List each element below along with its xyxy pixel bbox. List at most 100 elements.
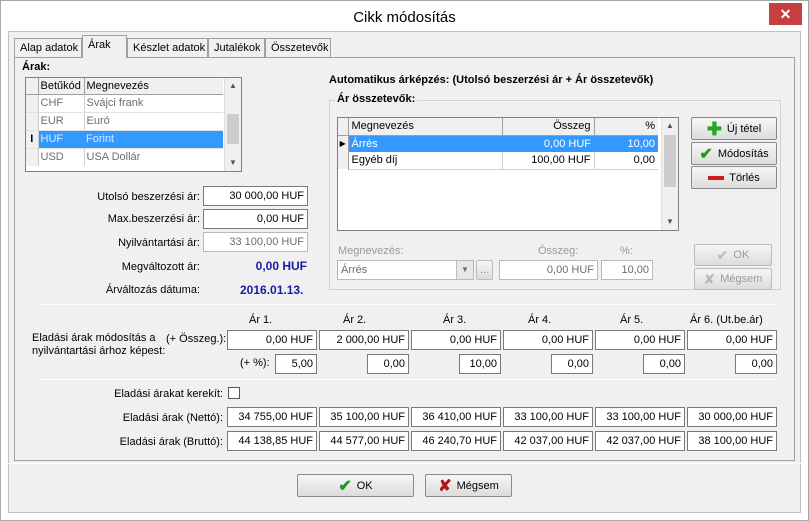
delete-label: Törlés bbox=[729, 171, 760, 184]
gross-label: Eladási árak (Bruttó): bbox=[119, 436, 223, 448]
amount-field-1[interactable]: 0,00 HUF bbox=[227, 330, 317, 350]
tab-jutalekok[interactable]: Jutalékok bbox=[208, 38, 265, 57]
components-grid[interactable]: Megnevezés Összeg % ▶ Árrés 0,00 HUF 10,… bbox=[337, 117, 679, 231]
table-row-selected[interactable]: I HUF Forint bbox=[26, 130, 223, 148]
table-row[interactable]: EUR Euró bbox=[26, 112, 223, 131]
ok-button[interactable]: ✔ OK bbox=[297, 474, 414, 497]
col-header-name[interactable]: Megnevezés bbox=[348, 118, 503, 136]
edit-name-select[interactable]: Árrés ▼ bbox=[337, 260, 474, 280]
tab-alap-adatok[interactable]: Alap adatok bbox=[14, 38, 82, 57]
net-price-1: 34 755,00 HUF bbox=[227, 407, 317, 427]
new-item-button[interactable]: ✚ Új tétel bbox=[691, 117, 777, 140]
close-button[interactable]: ✕ bbox=[769, 3, 802, 25]
chevron-down-icon[interactable]: ▼ bbox=[456, 261, 473, 279]
components-cancel-button[interactable]: ✘ Mégsem bbox=[694, 268, 772, 290]
net-price-4: 33 100,00 HUF bbox=[503, 407, 593, 427]
net-price-6: 30 000,00 HUF bbox=[687, 407, 777, 427]
amount-field-2[interactable]: 2 000,00 HUF bbox=[319, 330, 409, 350]
registry-price-label: Nyilvántartási ár: bbox=[118, 237, 200, 249]
modify-button[interactable]: ✔ Módosítás bbox=[691, 142, 777, 165]
column-header-ar4: Ár 4. bbox=[528, 314, 552, 326]
cell-name: Egyéb díj bbox=[348, 152, 503, 170]
max-purchase-field[interactable]: 0,00 HUF bbox=[203, 209, 308, 229]
components-ok-label: OK bbox=[733, 249, 750, 261]
check-icon: ✔ bbox=[716, 246, 729, 263]
net-label: Eladási árak (Nettó): bbox=[122, 412, 223, 424]
cancel-x-icon: ✘ bbox=[438, 477, 452, 495]
net-price-5: 33 100,00 HUF bbox=[595, 407, 685, 427]
gross-price-5: 42 037,00 HUF bbox=[595, 431, 685, 451]
table-row-selected[interactable]: ▶ Árrés 0,00 HUF 10,00 bbox=[338, 135, 658, 152]
text-cursor-icon: I bbox=[26, 130, 39, 148]
cancel-button[interactable]: ✘ Mégsem bbox=[425, 474, 512, 497]
scroll-thumb[interactable] bbox=[664, 135, 676, 187]
edit-pct-label: %: bbox=[620, 245, 633, 257]
cell-name: Svájci frank bbox=[84, 94, 223, 113]
col-header-pct[interactable]: % bbox=[594, 118, 658, 136]
changed-price-value: 0,00 HUF bbox=[255, 259, 307, 273]
round-label: Eladási árakat kerekít: bbox=[114, 388, 223, 400]
col-header-code[interactable]: Betűkód bbox=[38, 78, 85, 95]
cell-pct: 0,00 bbox=[594, 152, 658, 170]
amount-field-3[interactable]: 0,00 HUF bbox=[411, 330, 501, 350]
vertical-scrollbar[interactable]: ▲ ▼ bbox=[661, 118, 678, 230]
amount-field-6[interactable]: 0,00 HUF bbox=[687, 330, 777, 350]
edit-amount-field[interactable]: 0,00 HUF bbox=[499, 260, 598, 280]
cell-pct: 10,00 bbox=[594, 135, 658, 152]
currency-grid[interactable]: Betűkód Megnevezés CHF Svájci frank EUR … bbox=[25, 77, 242, 172]
delete-button[interactable]: Törlés bbox=[691, 166, 777, 189]
separator bbox=[40, 379, 778, 380]
edit-pct-field[interactable]: 10,00 bbox=[601, 260, 653, 280]
table-row[interactable]: CHF Svájci frank bbox=[26, 94, 223, 113]
ok-label: OK bbox=[356, 479, 373, 492]
pct-field-4[interactable]: 0,00 bbox=[551, 354, 593, 374]
tab-keszlet-adatok[interactable]: Készlet adatok bbox=[127, 38, 208, 57]
row-pointer-icon: ▶ bbox=[338, 135, 349, 152]
edit-amount-label: Összeg: bbox=[538, 245, 579, 257]
edit-name-label: Megnevezés: bbox=[338, 245, 404, 257]
cancel-label: Mégsem bbox=[456, 479, 499, 492]
gross-price-3: 46 240,70 HUF bbox=[411, 431, 501, 451]
amount-field-5[interactable]: 0,00 HUF bbox=[595, 330, 685, 350]
cell-name: USA Dollár bbox=[84, 147, 223, 166]
tab-arak[interactable]: Árak bbox=[82, 35, 127, 58]
components-ok-button[interactable]: ✔ OK bbox=[694, 244, 772, 266]
col-header-name[interactable]: Megnevezés bbox=[84, 78, 223, 95]
vertical-scrollbar[interactable]: ▲ ▼ bbox=[224, 78, 241, 171]
ellipsis-button[interactable]: ... bbox=[476, 260, 493, 280]
scroll-down-icon[interactable]: ▼ bbox=[662, 217, 678, 226]
column-header-ar5: Ár 5. bbox=[620, 314, 644, 326]
max-purchase-label: Max.beszerzési ár: bbox=[107, 213, 200, 225]
pct-field-1[interactable]: 5,00 bbox=[275, 354, 317, 374]
last-purchase-field[interactable]: 30 000,00 HUF bbox=[203, 186, 308, 206]
minus-icon bbox=[708, 175, 725, 180]
cell-name: Árrés bbox=[348, 135, 502, 152]
pct-field-3[interactable]: 10,00 bbox=[459, 354, 501, 374]
round-checkbox[interactable] bbox=[228, 387, 240, 399]
scroll-down-icon[interactable]: ▼ bbox=[225, 158, 241, 167]
column-header-ar2: Ár 2. bbox=[343, 314, 367, 326]
cell-code: USD bbox=[38, 147, 85, 166]
amount-row-label: (+ Összeg.): bbox=[166, 333, 227, 345]
pct-field-6[interactable]: 0,00 bbox=[735, 354, 777, 374]
pct-field-5[interactable]: 0,00 bbox=[643, 354, 685, 374]
amount-field-4[interactable]: 0,00 HUF bbox=[503, 330, 593, 350]
tab-osszetevok[interactable]: Összetevők bbox=[265, 38, 331, 57]
pct-field-2[interactable]: 0,00 bbox=[367, 354, 409, 374]
cell-name: Euró bbox=[84, 112, 223, 131]
table-row[interactable]: USD USA Dollár bbox=[26, 147, 223, 166]
change-date-label: Árváltozás dátuma: bbox=[105, 284, 200, 296]
cell-amount: 0,00 HUF bbox=[502, 135, 594, 152]
scroll-thumb[interactable] bbox=[227, 114, 239, 144]
separator bbox=[40, 304, 778, 305]
scroll-up-icon[interactable]: ▲ bbox=[225, 81, 241, 90]
gross-price-4: 42 037,00 HUF bbox=[503, 431, 593, 451]
footer-separator bbox=[8, 463, 801, 464]
table-row[interactable]: Egyéb díj 100,00 HUF 0,00 bbox=[338, 152, 658, 170]
col-header-amount[interactable]: Összeg bbox=[502, 118, 595, 136]
cell-code: HUF bbox=[38, 130, 84, 148]
scroll-up-icon[interactable]: ▲ bbox=[662, 121, 678, 130]
column-header-ar3: Ár 3. bbox=[443, 314, 467, 326]
change-date-value: 2016.01.13. bbox=[240, 283, 304, 297]
registry-price-field: 33 100,00 HUF bbox=[203, 232, 308, 252]
